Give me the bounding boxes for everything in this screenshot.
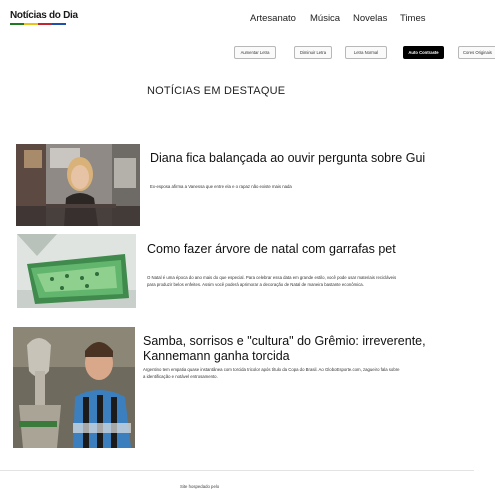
nav-item-novelas[interactable]: Novelas bbox=[353, 13, 387, 24]
nav-item-musica[interactable]: Música bbox=[310, 13, 340, 24]
site-logo[interactable]: Notícias do Dia bbox=[10, 10, 78, 22]
nav-item-artesanato[interactable]: Artesanato bbox=[250, 13, 296, 24]
original-colors-button[interactable]: Cores Originais bbox=[458, 46, 495, 59]
accessibility-toolbar: Aumentar Letra Diminuir Letra Letra Norm… bbox=[0, 46, 495, 60]
increase-font-button[interactable]: Aumentar Letra bbox=[234, 46, 276, 59]
article-1-summary: Ex-esposa afirma a Vanessa que entre ela… bbox=[150, 184, 292, 189]
article-1-image[interactable] bbox=[16, 144, 140, 226]
article-3-headline[interactable]: Samba, sorrisos e "cultura" do Grêmio: i… bbox=[143, 334, 438, 363]
article-3-image[interactable] bbox=[13, 327, 135, 448]
logo-color-stripe bbox=[10, 23, 66, 25]
article-3-summary: Argentino tem empatia quase instantânea … bbox=[143, 367, 400, 379]
high-contrast-button[interactable]: Auto Contraste bbox=[403, 46, 444, 59]
footer-divider bbox=[0, 470, 474, 471]
section-title: NOTÍCIAS EM DESTAQUE bbox=[147, 85, 286, 97]
article-2-image[interactable] bbox=[17, 234, 136, 308]
nav-item-times[interactable]: Times bbox=[400, 13, 426, 24]
article-2-summary: O Natal é uma época do ano mais do que e… bbox=[147, 275, 397, 287]
footer-text: Site hospedado pelo bbox=[180, 484, 220, 489]
decrease-font-button[interactable]: Diminuir Letra bbox=[294, 46, 332, 59]
normal-font-button[interactable]: Letra Normal bbox=[345, 46, 387, 59]
article-2-headline[interactable]: Como fazer árvore de natal com garrafas … bbox=[147, 242, 407, 257]
article-1-headline[interactable]: Diana fica balançada ao ouvir pergunta s… bbox=[150, 151, 440, 166]
